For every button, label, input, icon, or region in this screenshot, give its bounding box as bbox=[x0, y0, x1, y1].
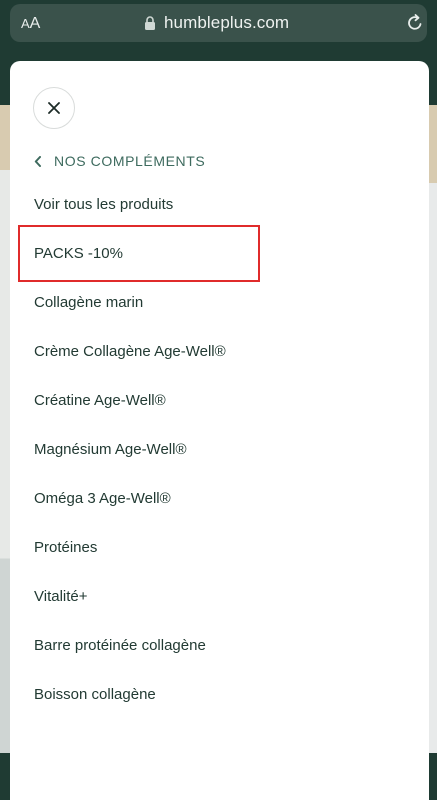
menu-item-packs[interactable]: PACKS -10% bbox=[34, 245, 123, 269]
background-page-right-edge bbox=[428, 105, 437, 753]
close-button[interactable] bbox=[33, 87, 75, 129]
menu-drawer: NOS COMPLÉMENTS Voir tous les produits P… bbox=[10, 61, 429, 800]
menu-item-vitality[interactable]: Vitalité+ bbox=[34, 588, 88, 612]
menu-item-proteins[interactable]: Protéines bbox=[34, 539, 97, 563]
lock-icon bbox=[145, 16, 155, 30]
menu-item-collagen-cream[interactable]: Crème Collagène Age-Well® bbox=[34, 343, 226, 367]
text-size-button[interactable]: AA AA bbox=[21, 15, 40, 33]
menu-item-omega3[interactable]: Oméga 3 Age-Well® bbox=[34, 490, 171, 514]
browser-toolbar: AA AA humbleplus.com bbox=[0, 0, 437, 50]
menu-item-marine-collagen[interactable]: Collagène marin bbox=[34, 294, 143, 318]
text-size-large-a: A bbox=[29, 15, 41, 32]
close-icon bbox=[48, 102, 60, 114]
menu-item-magnesium[interactable]: Magnésium Age-Well® bbox=[34, 441, 187, 465]
menu-item-collagen-drink[interactable]: Boisson collagène bbox=[34, 686, 156, 710]
menu-item-protein-bar[interactable]: Barre protéinée collagène bbox=[34, 637, 206, 661]
text-size-small-a: A bbox=[21, 16, 30, 31]
url-text: humbleplus.com bbox=[164, 13, 290, 32]
reload-icon[interactable] bbox=[406, 14, 424, 32]
background-page-left-edge bbox=[0, 105, 10, 753]
chevron-left-icon bbox=[34, 156, 41, 167]
menu-item-all-products[interactable]: Voir tous les produits bbox=[34, 196, 173, 220]
back-label: NOS COMPLÉMENTS bbox=[54, 153, 206, 169]
menu-item-creatine[interactable]: Créatine Age-Well® bbox=[34, 392, 166, 416]
address-bar[interactable]: AA AA humbleplus.com bbox=[10, 4, 427, 42]
